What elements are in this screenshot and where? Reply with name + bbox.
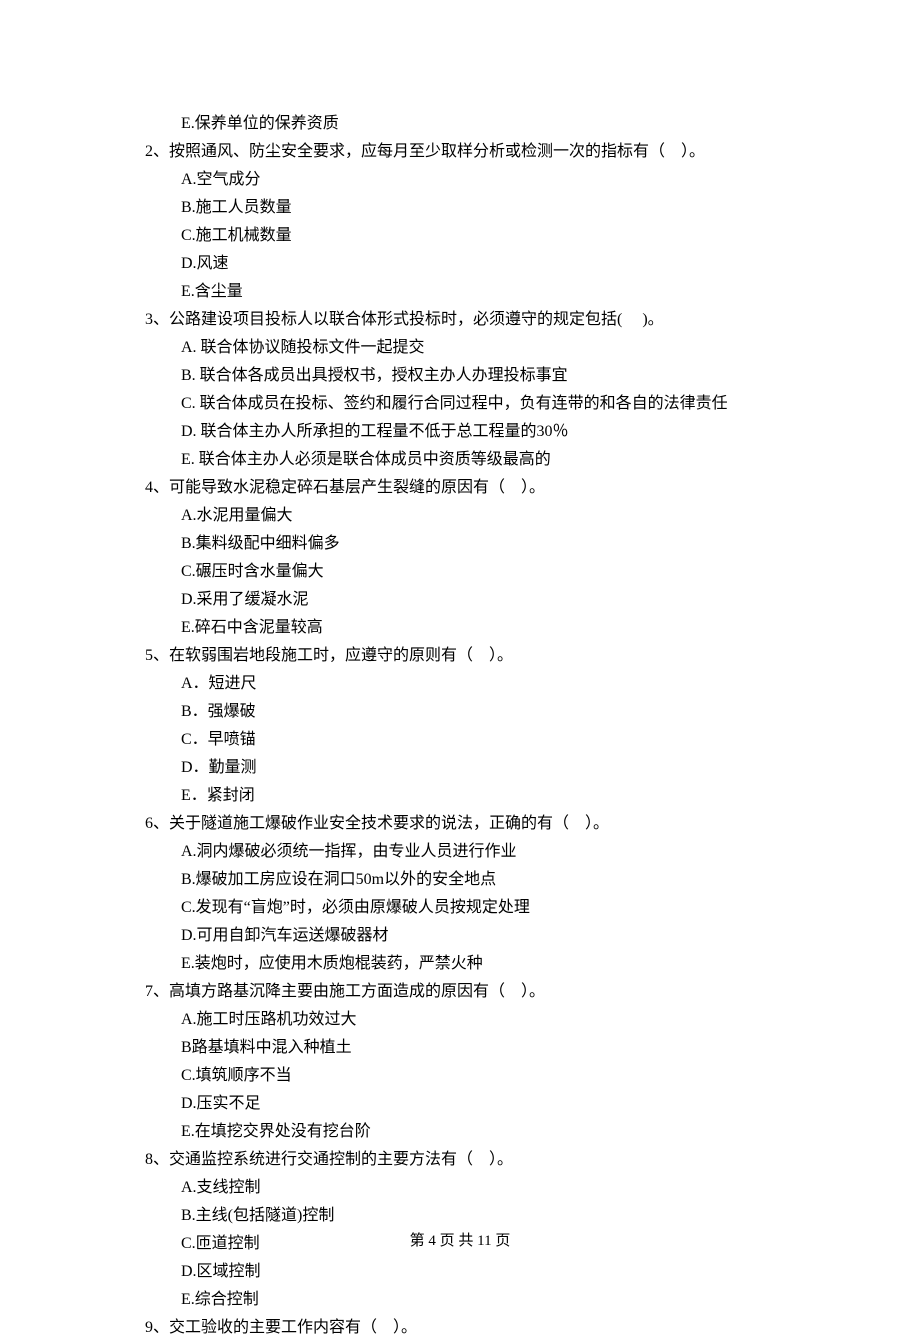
q3-num: 3、 — [145, 311, 169, 328]
q3-option-d: D. 联合体主办人所承担的工程量不低于总工程量的30％ — [145, 418, 780, 446]
q6-option-d: D.可用自卸汽车运送爆破器材 — [145, 922, 780, 950]
q5-text: 在软弱围岩地段施工时，应遵守的原则有（ ）。 — [169, 647, 513, 664]
q5-option-d: D．勤量测 — [145, 754, 780, 782]
q2-option-b: B.施工人员数量 — [145, 194, 780, 222]
leading-option: E.保养单位的保养资质 — [145, 110, 780, 138]
q8-option-e: E.综合控制 — [145, 1286, 780, 1314]
q3-option-c: C. 联合体成员在投标、签约和履行合同过程中，负有连带的和各自的法律责任 — [145, 390, 780, 418]
q4-option-c: C.碾压时含水量偏大 — [145, 558, 780, 586]
q8-text: 交通监控系统进行交通控制的主要方法有（ ）。 — [169, 1151, 513, 1168]
q7-num: 7、 — [145, 983, 169, 1000]
question-2: 2、按照通风、防尘安全要求，应每月至少取样分析或检测一次的指标有（ ）。 — [145, 138, 780, 166]
q6-option-e: E.装炮时，应使用木质炮棍装药，严禁火种 — [145, 950, 780, 978]
question-4: 4、可能导致水泥稳定碎石基层产生裂缝的原因有（ ）。 — [145, 474, 780, 502]
q3-option-e: E. 联合体主办人必须是联合体成员中资质等级最高的 — [145, 446, 780, 474]
q3-option-b: B. 联合体各成员出具授权书，授权主办人办理投标事宜 — [145, 362, 780, 390]
question-3: 3、公路建设项目投标人以联合体形式投标时，必须遵守的规定包括( )。 — [145, 306, 780, 334]
question-7: 7、高填方路基沉降主要由施工方面造成的原因有（ ）。 — [145, 978, 780, 1006]
q3-option-a: A. 联合体协议随投标文件一起提交 — [145, 334, 780, 362]
q2-option-d: D.风速 — [145, 250, 780, 278]
q2-option-e: E.含尘量 — [145, 278, 780, 306]
q7-option-c: C.填筑顺序不当 — [145, 1062, 780, 1090]
q5-option-c: C．早喷锚 — [145, 726, 780, 754]
q2-text: 按照通风、防尘安全要求，应每月至少取样分析或检测一次的指标有（ ）。 — [169, 143, 705, 160]
q8-option-a: A.支线控制 — [145, 1174, 780, 1202]
q8-option-b: B.主线(包括隧道)控制 — [145, 1202, 780, 1230]
question-6: 6、关于隧道施工爆破作业安全技术要求的说法，正确的有（ ）。 — [145, 810, 780, 838]
page-footer: 第 4 页 共 11 页 — [0, 1228, 920, 1254]
q8-num: 8、 — [145, 1151, 169, 1168]
q9-text: 交工验收的主要工作内容有（ ）。 — [169, 1319, 417, 1336]
q3-text: 公路建设项目投标人以联合体形式投标时，必须遵守的规定包括( )。 — [169, 311, 664, 328]
q9-num: 9、 — [145, 1319, 169, 1336]
q7-option-d: D.压实不足 — [145, 1090, 780, 1118]
q4-option-e: E.碎石中含泥量较高 — [145, 614, 780, 642]
question-9: 9、交工验收的主要工作内容有（ ）。 — [145, 1314, 780, 1342]
q4-option-a: A.水泥用量偏大 — [145, 502, 780, 530]
q5-option-a: A．短进尺 — [145, 670, 780, 698]
q2-num: 2、 — [145, 143, 169, 160]
question-8: 8、交通监控系统进行交通控制的主要方法有（ ）。 — [145, 1146, 780, 1174]
q6-option-c: C.发现有“盲炮”时，必须由原爆破人员按规定处理 — [145, 894, 780, 922]
q7-text: 高填方路基沉降主要由施工方面造成的原因有（ ）。 — [169, 983, 545, 1000]
q4-option-d: D.采用了缓凝水泥 — [145, 586, 780, 614]
q6-option-b: B.爆破加工房应设在洞口50m以外的安全地点 — [145, 866, 780, 894]
q4-text: 可能导致水泥稳定碎石基层产生裂缝的原因有（ ）。 — [169, 479, 545, 496]
q6-num: 6、 — [145, 815, 169, 832]
q5-option-b: B．强爆破 — [145, 698, 780, 726]
q7-option-a: A.施工时压路机功效过大 — [145, 1006, 780, 1034]
q7-option-b: B路基填料中混入种植土 — [145, 1034, 780, 1062]
q2-option-a: A.空气成分 — [145, 166, 780, 194]
q2-option-c: C.施工机械数量 — [145, 222, 780, 250]
q6-text: 关于隧道施工爆破作业安全技术要求的说法，正确的有（ ）。 — [169, 815, 609, 832]
q6-option-a: A.洞内爆破必须统一指挥，由专业人员进行作业 — [145, 838, 780, 866]
q5-option-e: E．紧封闭 — [145, 782, 780, 810]
q5-num: 5、 — [145, 647, 169, 664]
q8-option-d: D.区域控制 — [145, 1258, 780, 1286]
q4-option-b: B.集料级配中细料偏多 — [145, 530, 780, 558]
question-5: 5、在软弱围岩地段施工时，应遵守的原则有（ ）。 — [145, 642, 780, 670]
q4-num: 4、 — [145, 479, 169, 496]
q7-option-e: E.在填挖交界处没有挖台阶 — [145, 1118, 780, 1146]
